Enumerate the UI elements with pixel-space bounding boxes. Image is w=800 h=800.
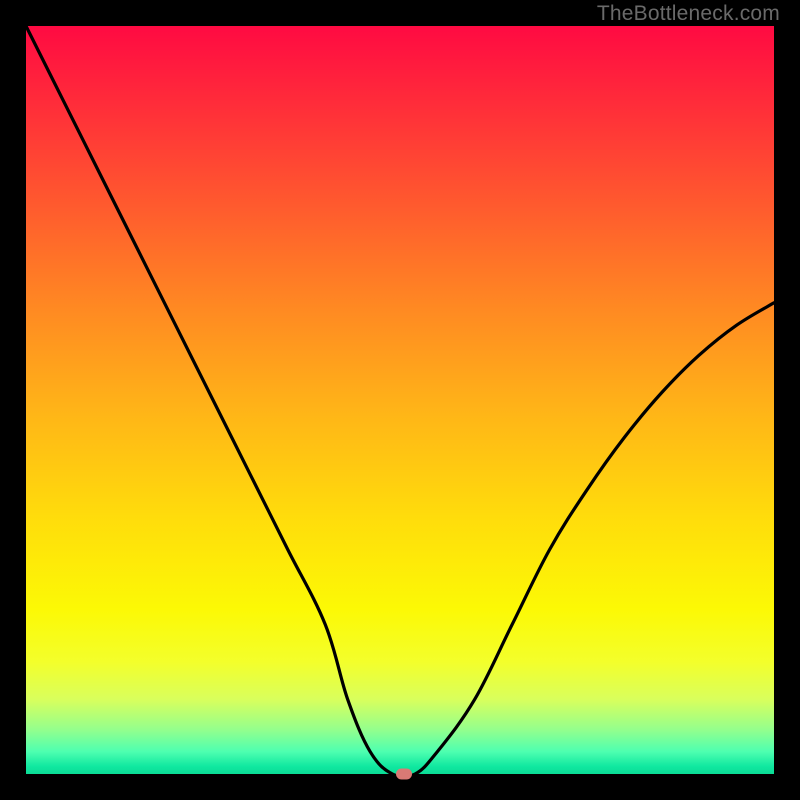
- plot-area: [26, 26, 774, 774]
- bottleneck-curve: [26, 26, 774, 774]
- optimal-point-marker: [396, 769, 412, 780]
- chart-frame: TheBottleneck.com: [0, 0, 800, 800]
- watermark-text: TheBottleneck.com: [597, 2, 780, 26]
